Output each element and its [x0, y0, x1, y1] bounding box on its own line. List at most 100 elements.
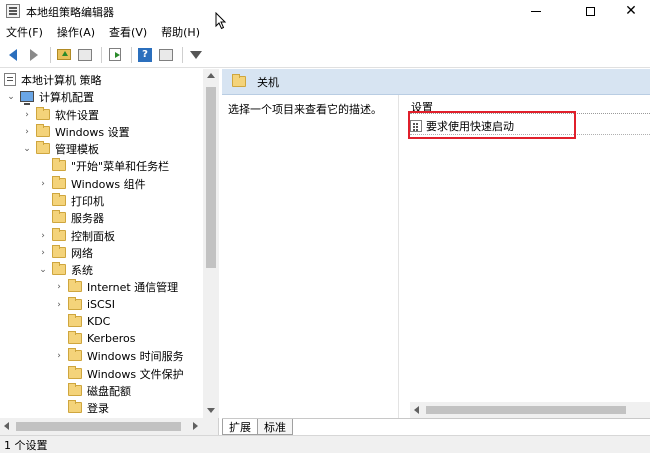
- details-header-title: 关机: [257, 75, 279, 89]
- tab-extended[interactable]: 扩展: [222, 419, 258, 435]
- window-title: 本地组策略编辑器: [26, 6, 114, 19]
- status-bar: 1 个设置: [0, 435, 650, 453]
- chevron-right-icon[interactable]: ›: [38, 231, 48, 241]
- folder-icon: [52, 210, 66, 223]
- folder-icon: [52, 245, 66, 258]
- toolbar-separator: [131, 46, 132, 63]
- folder-icon: [68, 400, 82, 413]
- highlight-annotation-box: [408, 111, 576, 139]
- chevron-right-icon[interactable]: ›: [22, 110, 32, 120]
- details-header: 关机: [222, 69, 650, 95]
- folder-icon: [68, 314, 82, 327]
- menu-view[interactable]: 查看(V): [109, 24, 147, 40]
- menu-help[interactable]: 帮助(H): [161, 24, 200, 40]
- folder-icon: [68, 366, 82, 379]
- chevron-right-icon[interactable]: ›: [54, 282, 64, 292]
- forward-arrow-icon: [30, 48, 38, 61]
- tree-item-disk-quotas[interactable]: 磁盘配额: [68, 382, 131, 399]
- forward-button[interactable]: [25, 46, 43, 64]
- show-hide-tree-button[interactable]: [76, 46, 94, 64]
- close-icon: ✕: [625, 3, 637, 19]
- tree-item-label: 服务器: [71, 211, 104, 225]
- tree-item-label: 磁盘配额: [87, 384, 131, 398]
- chevron-down-icon[interactable]: ⌄: [22, 144, 32, 154]
- tree-vertical-scrollbar[interactable]: [203, 69, 219, 418]
- details-pane: 关机 选择一个项目来查看它的描述。 设置 要求使用快速启动: [222, 69, 650, 418]
- chevron-right-icon[interactable]: ›: [22, 127, 32, 137]
- chevron-down-icon[interactable]: ⌄: [38, 265, 48, 275]
- scroll-down-arrow-icon[interactable]: [207, 408, 215, 413]
- export-list-icon: [109, 48, 121, 61]
- scroll-up-arrow-icon[interactable]: [207, 73, 215, 78]
- tree-item-start-menu-taskbar[interactable]: "开始"菜单和任务栏: [52, 157, 169, 174]
- toolbar-separator: [101, 46, 102, 63]
- tree-item-kdc[interactable]: KDC: [68, 313, 110, 330]
- show-hide-tree-icon: [78, 48, 92, 61]
- filter-button[interactable]: [187, 46, 205, 64]
- tree-item-local-computer-policy[interactable]: 本地计算机 策略: [4, 71, 102, 88]
- tree-item-windows-file-protection[interactable]: Windows 文件保护: [68, 365, 184, 382]
- back-button[interactable]: [4, 46, 22, 64]
- pane-divider: [398, 95, 399, 418]
- tab-standard[interactable]: 标准: [257, 419, 293, 435]
- tree-item-label: "开始"菜单和任务栏: [71, 159, 170, 173]
- scroll-thumb[interactable]: [426, 406, 626, 414]
- tree-item-label: 本地计算机 策略: [21, 73, 102, 87]
- folder-icon: [36, 124, 50, 137]
- folder-icon: [52, 262, 66, 275]
- chevron-right-icon[interactable]: ›: [38, 248, 48, 258]
- tree-item-iscsi[interactable]: › iSCSI: [54, 296, 115, 313]
- tree-item-network[interactable]: › 网络: [38, 244, 93, 261]
- tree-item-server[interactable]: 服务器: [52, 209, 104, 226]
- tree-item-label: 打印机: [71, 194, 104, 208]
- policy-icon: [4, 73, 16, 86]
- tree-item-label: 软件设置: [55, 108, 99, 122]
- tree-item-printers[interactable]: 打印机: [52, 192, 104, 209]
- tree-item-internet-comm[interactable]: › Internet 通信管理: [54, 278, 178, 295]
- chevron-down-icon[interactable]: ⌄: [6, 92, 16, 102]
- tree-item-admin-templates[interactable]: ⌄ 管理模板: [22, 140, 99, 157]
- scroll-left-arrow-icon[interactable]: [4, 422, 9, 430]
- minimize-button[interactable]: [513, 0, 559, 22]
- scroll-thumb[interactable]: [206, 87, 216, 268]
- tree-item-label: 控制面板: [71, 229, 115, 243]
- scroll-thumb[interactable]: [16, 422, 181, 431]
- tree-item-system[interactable]: ⌄ 系统: [38, 261, 93, 278]
- tree-item-control-panel[interactable]: › 控制面板: [38, 227, 115, 244]
- tree-horizontal-scrollbar[interactable]: [0, 418, 219, 435]
- details-horizontal-scrollbar[interactable]: [410, 402, 650, 418]
- help-button[interactable]: ?: [136, 46, 154, 64]
- scroll-right-arrow-icon[interactable]: [193, 422, 198, 430]
- tree-item-logon[interactable]: 登录: [68, 399, 109, 416]
- chevron-right-icon[interactable]: ›: [54, 351, 64, 361]
- tree-item-software-settings[interactable]: › 软件设置: [22, 106, 99, 123]
- navigation-tree: 本地计算机 策略 ⌄ 计算机配置 › 软件设置 › Windows 设置 ⌄ 管…: [0, 69, 219, 418]
- maximize-button[interactable]: [567, 0, 613, 22]
- app-icon: [6, 4, 20, 18]
- export-list-button[interactable]: [106, 46, 124, 64]
- tree-item-computer-config[interactable]: ⌄ 计算机配置: [6, 88, 94, 105]
- tree-item-kerberos[interactable]: Kerberos: [68, 330, 135, 347]
- chevron-right-icon[interactable]: ›: [38, 179, 48, 189]
- status-text: 1 个设置: [4, 438, 48, 452]
- tree-item-label: 登录: [87, 401, 109, 415]
- tree-item-windows-time-service[interactable]: › Windows 时间服务: [54, 347, 184, 364]
- tree-item-windows-components[interactable]: › Windows 组件: [38, 175, 146, 192]
- properties-button[interactable]: [157, 46, 175, 64]
- scroll-left-arrow-icon[interactable]: [414, 406, 419, 414]
- folder-icon: [68, 297, 82, 310]
- folder-icon: [52, 228, 66, 241]
- up-one-level-button[interactable]: [55, 46, 73, 64]
- folder-icon: [36, 141, 50, 154]
- close-button[interactable]: ✕: [608, 0, 650, 22]
- properties-icon: [159, 48, 173, 61]
- tree-item-label: iSCSI: [87, 298, 115, 311]
- menu-action[interactable]: 操作(A): [57, 24, 95, 40]
- folder-icon: [232, 74, 246, 87]
- chevron-right-icon[interactable]: ›: [54, 300, 64, 310]
- menu-file[interactable]: 文件(F): [6, 24, 43, 40]
- tree-item-label: Internet 通信管理: [87, 280, 179, 294]
- up-folder-icon: [57, 49, 71, 60]
- tree-item-windows-settings[interactable]: › Windows 设置: [22, 123, 130, 140]
- back-arrow-icon: [9, 48, 17, 61]
